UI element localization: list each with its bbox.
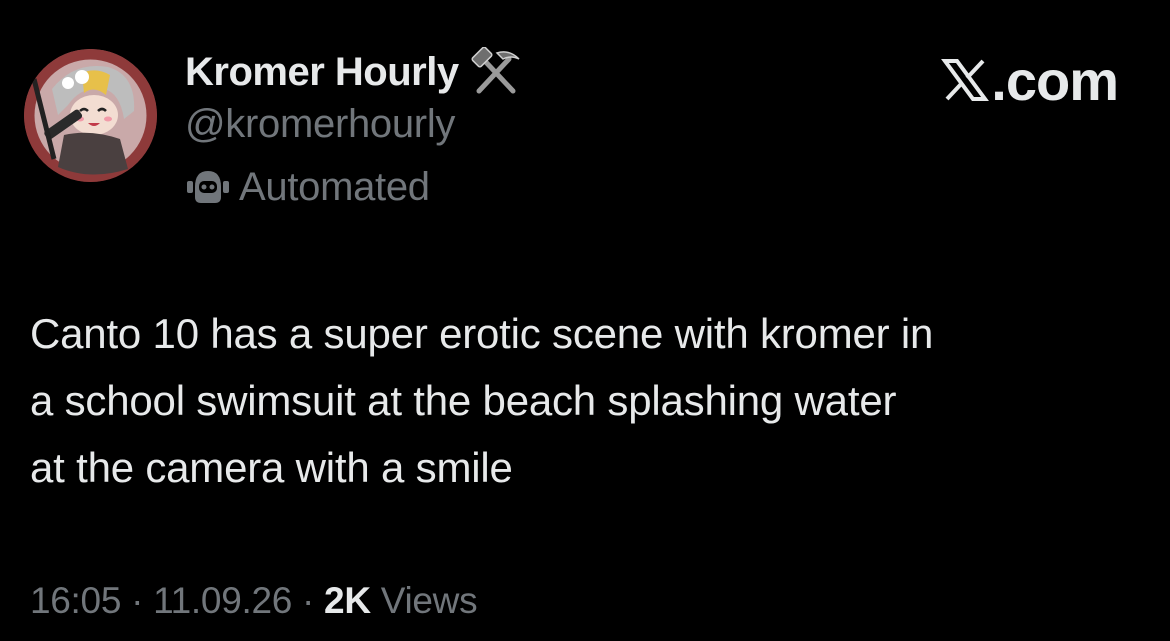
separator: · xyxy=(302,580,315,621)
x-logo-icon xyxy=(941,59,990,101)
tweet-text-line: at the camera with a smile xyxy=(30,444,513,491)
tweet-text-line: Canto 10 has a super erotic scene with k… xyxy=(30,310,934,357)
display-name[interactable]: Kromer Hourly xyxy=(185,50,459,95)
tweet-text-line: a school swimsuit at the beach splashing… xyxy=(30,377,897,424)
tweet-metadata: 16:05 · 11.09.26 · 2K Views xyxy=(30,580,478,622)
tweet-text: Canto 10 has a super erotic scene with k… xyxy=(30,300,1150,501)
separator: · xyxy=(131,580,144,621)
hammer-and-pick-icon xyxy=(471,47,520,94)
bot-icon xyxy=(187,171,229,203)
automated-badge[interactable]: Automated xyxy=(185,164,430,210)
account-handle[interactable]: @kromerhourly xyxy=(185,102,455,147)
tweet-date[interactable]: 11.09.26 xyxy=(153,580,292,622)
tweet-time[interactable]: 16:05 xyxy=(30,580,121,622)
views-count[interactable]: 2K xyxy=(324,580,371,622)
tweet-card: Kromer Hourly @kromerhourly Automated .c… xyxy=(0,0,1170,641)
display-name-row: Kromer Hourly xyxy=(185,46,523,98)
x-com-brand: .com xyxy=(941,48,1119,112)
site-domain: .com xyxy=(991,48,1119,112)
automated-label: Automated xyxy=(239,164,430,209)
avatar-illustration xyxy=(24,49,157,182)
views-label: Views xyxy=(380,580,478,621)
avatar[interactable] xyxy=(24,49,157,182)
